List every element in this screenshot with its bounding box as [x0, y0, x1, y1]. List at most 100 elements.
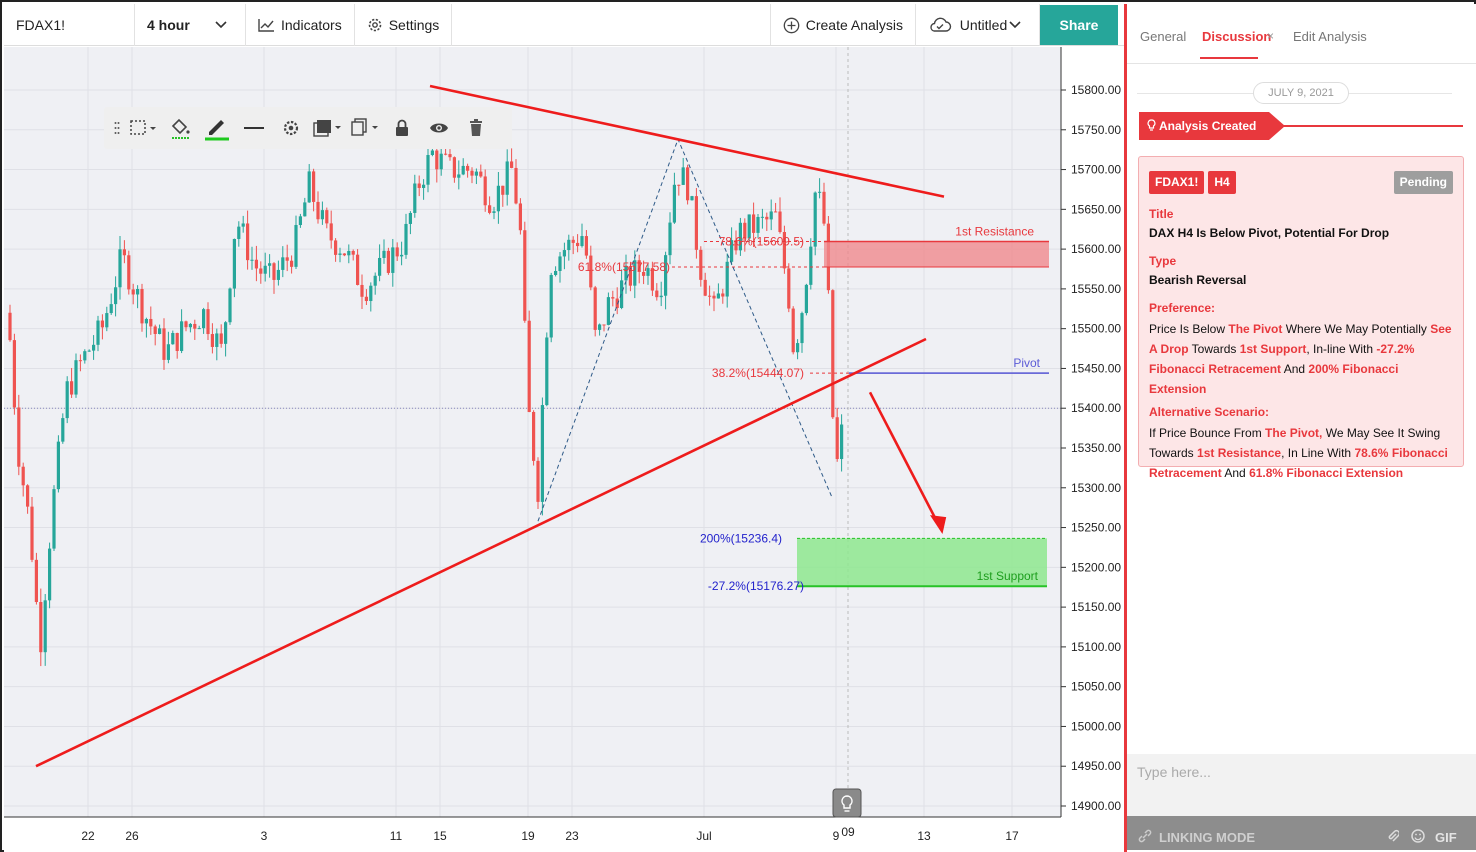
panel-tabs: General Discussion × Edit Analysis [1127, 4, 1476, 64]
analysis-card: FDAX1! H4 Pending Title DAX H4 Is Below P… [1138, 156, 1464, 480]
candle-body [430, 150, 434, 155]
candle-body [813, 192, 817, 247]
layout-selector[interactable]: Untitled [916, 4, 1040, 46]
line-style-button[interactable] [235, 113, 272, 143]
share-button[interactable]: Share [1040, 4, 1118, 45]
chart-canvas[interactable]: 1st Resistance Pivot 1st Support 78.6%(1560… [4, 47, 1124, 852]
candle-body [774, 211, 778, 213]
emoji-icon[interactable] [1411, 829, 1425, 843]
candle-body [461, 165, 465, 175]
interval-label: 4 hour [147, 17, 190, 33]
candle-body [312, 171, 316, 202]
delete-drawing-button[interactable] [457, 113, 494, 143]
time-tick-label: Jul [696, 829, 711, 843]
create-analysis-label: Create Analysis [805, 17, 903, 33]
candle-body [118, 249, 122, 288]
clone-button[interactable] [346, 113, 383, 143]
candle-body [87, 350, 91, 352]
candle-body [703, 279, 707, 296]
attachment-icon[interactable] [1387, 829, 1399, 843]
candle-body [831, 290, 835, 418]
analysis-created-line [1277, 125, 1463, 127]
drawing-settings-button[interactable] [272, 113, 309, 143]
fib-label: -27.2%(15176.27) [708, 579, 804, 593]
tab-discussion[interactable]: Discussion [1202, 29, 1271, 44]
lightbulb-icon [1147, 119, 1156, 131]
top-toolbar: FDAX1! 4 hour Indicators Settings Create… [4, 4, 1124, 46]
candle-body [74, 360, 78, 395]
candle-body [232, 238, 236, 289]
candle-body [655, 290, 659, 298]
candle-body [716, 293, 720, 299]
candle-body [369, 285, 373, 302]
layers-icon [312, 120, 341, 137]
price-tick-label: 15050.00 [1071, 680, 1121, 694]
visibility-button[interactable] [420, 113, 457, 143]
analysis-panel: General Discussion × Edit Analysis JULY … [1124, 4, 1476, 852]
fill-color-button[interactable] [161, 113, 198, 143]
message-input[interactable]: Type here... [1137, 764, 1211, 780]
candle-body [822, 191, 826, 224]
linking-mode-bar: LINKING MODE GIF [1127, 816, 1476, 850]
close-tab-icon[interactable]: × [1267, 29, 1274, 43]
candle-body [686, 167, 690, 201]
candle-body [804, 284, 808, 314]
idea-lightbulb-icon[interactable] [832, 788, 862, 818]
candle-body [708, 295, 712, 297]
drag-handle[interactable] [110, 113, 124, 143]
price-chart[interactable]: 1st Resistance Pivot 1st Support 78.6%(1560… [4, 47, 1124, 852]
fib-label: 38.2%(15444.07) [712, 366, 804, 380]
price-tick-label: 15250.00 [1071, 521, 1121, 535]
candle-body [149, 318, 153, 327]
candle-body [140, 289, 144, 324]
layer-order-button[interactable] [309, 113, 346, 143]
tab-general[interactable]: General [1140, 29, 1186, 44]
candle-body [378, 257, 382, 276]
settings-button[interactable]: Settings [355, 4, 453, 46]
line-color-button[interactable] [198, 113, 235, 143]
price-tick-label: 15200.00 [1071, 560, 1121, 574]
candle-body [417, 183, 421, 188]
candle-body [197, 328, 201, 330]
interval-selector[interactable]: 4 hour [135, 4, 246, 46]
message-input-area[interactable]: Type here... [1127, 754, 1476, 816]
eye-icon [429, 123, 448, 133]
select-tool-button[interactable] [124, 113, 161, 143]
candle-body [268, 263, 272, 266]
candle-body [180, 321, 184, 351]
candle-body [34, 559, 38, 603]
indicators-button[interactable]: Indicators [246, 4, 355, 46]
candle-body [8, 312, 12, 341]
time-tick-label: 11 [390, 829, 403, 843]
candle-body [818, 191, 822, 193]
link-icon[interactable] [1137, 829, 1153, 843]
tab-edit-analysis[interactable]: Edit Analysis [1293, 29, 1367, 44]
candle-body [96, 320, 100, 345]
price-tick-label: 15350.00 [1071, 441, 1121, 455]
candle-body [580, 236, 584, 247]
candle-body [259, 268, 263, 274]
candle-body [109, 304, 113, 314]
time-tick-label: 19 [521, 829, 535, 843]
candle-body [422, 184, 426, 188]
create-analysis-button[interactable]: Create Analysis [771, 4, 916, 46]
candle-body [61, 418, 65, 442]
level-label: Pivot [1013, 356, 1040, 370]
title-label: Title [1149, 207, 1174, 221]
price-tick-label: 15700.00 [1071, 163, 1121, 177]
candle-body [659, 295, 663, 298]
price-tick-label: 15750.00 [1071, 123, 1121, 137]
candle-body [356, 254, 360, 285]
candle-body [527, 320, 531, 412]
candle-body [562, 250, 566, 257]
lock-button[interactable] [383, 113, 420, 143]
candle-body [391, 247, 395, 273]
symbol-selector[interactable]: FDAX1! [4, 4, 135, 46]
candle-body [158, 328, 162, 334]
line-style-icon [243, 127, 264, 129]
share-label: Share [1059, 16, 1099, 33]
candle-body [474, 171, 478, 176]
price-tick-label: 14900.00 [1071, 799, 1121, 813]
candle-body [224, 322, 228, 344]
gif-button[interactable]: GIF [1435, 830, 1457, 845]
